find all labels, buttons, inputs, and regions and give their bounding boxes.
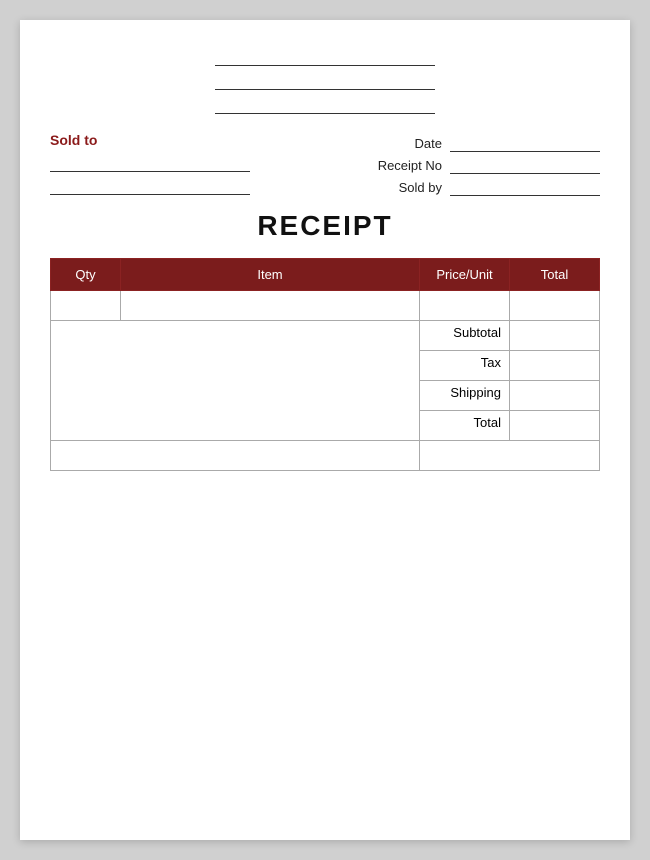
table-body-row xyxy=(51,291,600,321)
subtotal-value[interactable] xyxy=(510,321,600,351)
col-header-item: Item xyxy=(121,259,420,291)
cell-qty[interactable] xyxy=(51,291,121,321)
summary-subtotal-row: Subtotal xyxy=(51,321,600,351)
total-value[interactable] xyxy=(510,411,600,441)
cell-total[interactable] xyxy=(510,291,600,321)
receipt-no-row: Receipt No xyxy=(372,156,600,174)
receipt-page: Sold to Date Receipt No Sold by RECEIPT … xyxy=(20,20,630,840)
sold-to-input-2[interactable] xyxy=(50,177,250,195)
address-line-2 xyxy=(215,72,435,90)
sold-by-input[interactable] xyxy=(450,178,600,196)
date-label: Date xyxy=(372,136,442,151)
summary-tax-row: Tax xyxy=(51,351,600,381)
sold-to-label: Sold to xyxy=(50,132,250,148)
col-header-price: Price/Unit xyxy=(420,259,510,291)
address-line-3 xyxy=(215,96,435,114)
table-header-row: Qty Item Price/Unit Total xyxy=(51,259,600,291)
sold-by-row: Sold by xyxy=(372,178,600,196)
col-header-qty: Qty xyxy=(51,259,121,291)
tax-value[interactable] xyxy=(510,351,600,381)
receipt-no-input[interactable] xyxy=(450,156,600,174)
address-line-1 xyxy=(215,48,435,66)
meta-section: Date Receipt No Sold by xyxy=(372,134,600,196)
date-row: Date xyxy=(372,134,600,152)
receipt-table: Qty Item Price/Unit Total Subtotal Tax xyxy=(50,258,600,471)
summary-shipping-row: Shipping xyxy=(51,381,600,411)
sold-to-input-1[interactable] xyxy=(50,154,250,172)
top-address-section xyxy=(50,48,600,120)
shipping-label: Shipping xyxy=(420,381,510,411)
date-input[interactable] xyxy=(450,134,600,152)
cell-item[interactable] xyxy=(121,291,420,321)
sold-to-section: Sold to xyxy=(50,132,250,200)
cell-price[interactable] xyxy=(420,291,510,321)
shipping-value[interactable] xyxy=(510,381,600,411)
subtotal-label: Subtotal xyxy=(420,321,510,351)
sold-by-label: Sold by xyxy=(372,180,442,195)
last-empty-row xyxy=(51,441,600,471)
receipt-no-label: Receipt No xyxy=(372,158,442,173)
tax-label: Tax xyxy=(420,351,510,381)
total-label: Total xyxy=(420,411,510,441)
summary-total-row: Total xyxy=(51,411,600,441)
receipt-title: RECEIPT xyxy=(50,210,600,242)
col-header-total: Total xyxy=(510,259,600,291)
info-row: Sold to Date Receipt No Sold by xyxy=(50,132,600,200)
